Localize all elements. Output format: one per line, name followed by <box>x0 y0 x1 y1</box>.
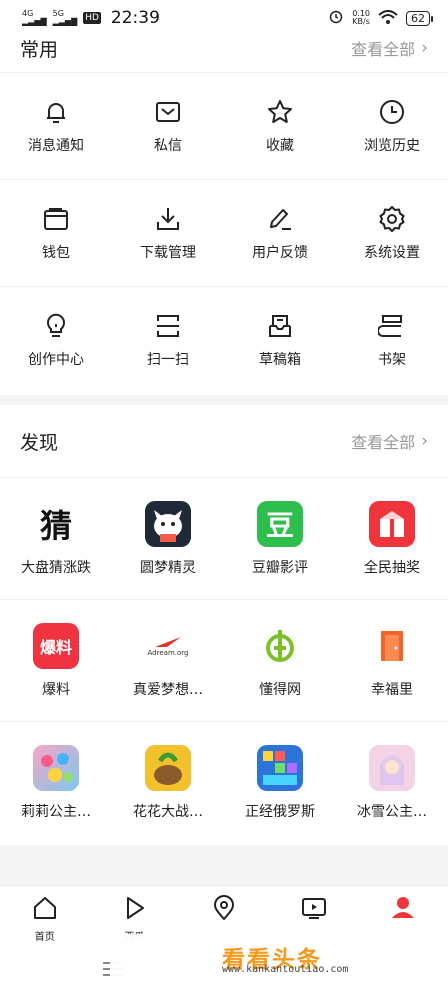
common-item-scan[interactable]: 扫一扫 <box>112 286 224 393</box>
discover-item-lottery[interactable]: 全民抽奖 <box>336 477 448 599</box>
gear-icon <box>378 205 406 233</box>
common-item-label: 下载管理 <box>140 244 196 261</box>
common-item-downloads[interactable]: 下载管理 <box>112 179 224 286</box>
hd-badge: HD <box>83 12 101 24</box>
common-item-label: 系统设置 <box>364 244 420 261</box>
discover-item-label: 冰雪公主… <box>357 803 427 820</box>
discover-item-dapan[interactable]: 猜 大盘猜涨跌 <box>0 477 112 599</box>
wifi-icon <box>378 9 398 28</box>
common-item-label: 扫一扫 <box>147 351 189 368</box>
profile-icon <box>389 894 417 926</box>
discover-item-yuanmeng[interactable]: 圆梦精灵 <box>112 477 224 599</box>
common-item-label: 私信 <box>154 137 182 154</box>
common-item-feedback[interactable]: 用户反馈 <box>224 179 336 286</box>
discover-item-label: 豆瓣影评 <box>252 559 308 576</box>
common-section: 常用 查看全部 › 消息通知 私信 收藏 浏览历史 钱包 下载管理 用户反馈 系… <box>0 28 448 395</box>
discover-item-label: 莉莉公主… <box>21 803 91 820</box>
bookshelf-icon <box>378 312 406 340</box>
baoliao-app-icon: 爆料 <box>33 622 79 669</box>
discover-item-lili[interactable]: 莉莉公主… <box>0 721 112 843</box>
signal-4g: 4G ▂▃▅▇ <box>22 9 47 26</box>
common-view-all[interactable]: 查看全部 › <box>351 36 428 60</box>
discover-item-label: 正经俄罗斯 <box>245 803 315 820</box>
discover-item-douban[interactable]: 豆 豆瓣影评 <box>224 477 336 599</box>
common-item-messages[interactable]: 私信 <box>112 72 224 179</box>
alarm-icon <box>328 8 344 28</box>
discover-item-xingfuli[interactable]: 幸福里 <box>336 599 448 721</box>
common-title: 常用 <box>20 38 59 61</box>
chevron-right-icon: › <box>421 431 428 451</box>
discover-item-label: 大盘猜涨跌 <box>21 559 91 576</box>
common-item-label: 收藏 <box>266 137 294 154</box>
clock-time: 22:39 <box>110 8 160 28</box>
door-app-icon <box>369 622 415 669</box>
common-item-label: 消息通知 <box>28 137 84 154</box>
common-item-notifications[interactable]: 消息通知 <box>0 72 112 179</box>
discover-item-label: 圆梦精灵 <box>140 559 196 576</box>
common-item-favorites[interactable]: 收藏 <box>224 72 336 179</box>
discover-view-all[interactable]: 查看全部 › <box>351 429 428 453</box>
common-item-label: 钱包 <box>42 244 70 261</box>
network-speed: 0.10 KB/s <box>352 9 370 26</box>
common-item-settings[interactable]: 系统设置 <box>336 179 448 286</box>
signal-5g: 5G ▂▃▅▇ <box>52 9 78 26</box>
discover-item-label: 爆料 <box>42 681 70 698</box>
play-icon <box>120 894 148 926</box>
discover-item-adream[interactable]: Adream.org 真爱梦想… <box>112 599 224 721</box>
home-icon <box>31 894 59 926</box>
common-item-label: 创作中心 <box>28 351 84 368</box>
gift-app-icon <box>369 500 415 547</box>
bulb-icon <box>42 312 70 340</box>
watermark-url: www.kankantoutiao.com <box>222 964 349 975</box>
discover-item-huahua[interactable]: 花花大战… <box>112 721 224 843</box>
flower-game-icon <box>145 744 191 791</box>
wallet-icon <box>42 205 70 233</box>
discover-title: 发现 <box>20 431 59 454</box>
discover-item-bingxue[interactable]: 冰雪公主… <box>336 721 448 843</box>
discover-item-label: 幸福里 <box>371 681 413 698</box>
douban-app-icon: 豆 <box>257 500 303 547</box>
star-icon <box>266 98 294 126</box>
discover-section: 发现 查看全部 › 猜 大盘猜涨跌 圆梦精灵 豆 豆瓣影评 全民抽奖 爆料 爆料… <box>0 405 448 845</box>
discover-item-dongde[interactable]: 懂得网 <box>224 599 336 721</box>
bell-icon <box>42 98 70 126</box>
download-icon <box>154 205 182 233</box>
common-item-wallet[interactable]: 钱包 <box>0 179 112 286</box>
sprite-app-icon <box>145 500 191 547</box>
common-item-label: 用户反馈 <box>252 244 308 261</box>
discover-item-tetris[interactable]: 正经俄罗斯 <box>224 721 336 843</box>
chevron-right-icon: › <box>421 38 428 58</box>
common-item-label: 书架 <box>378 351 406 368</box>
draft-icon <box>266 312 294 340</box>
clock-icon <box>378 98 406 126</box>
snow-princess-icon <box>369 744 415 791</box>
view-all-label: 查看全部 <box>351 40 416 59</box>
view-all-label: 查看全部 <box>351 433 416 452</box>
discover-item-baoliao[interactable]: 爆料 爆料 <box>0 599 112 721</box>
tab-label: 首页 <box>34 932 55 943</box>
princess-game-icon <box>33 744 79 791</box>
adream-app-icon: Adream.org <box>145 622 191 669</box>
guess-app-icon: 猜 <box>33 500 79 547</box>
common-item-label: 草稿箱 <box>259 351 301 368</box>
mail-icon <box>154 98 182 126</box>
tab-home[interactable]: 首页 <box>0 886 90 946</box>
common-item-history[interactable]: 浏览历史 <box>336 72 448 179</box>
discover-item-label: 懂得网 <box>259 681 301 698</box>
dongde-app-icon <box>257 622 303 669</box>
edit-icon <box>266 205 294 233</box>
common-item-creator-center[interactable]: 创作中心 <box>0 286 112 393</box>
discover-item-label: 花花大战… <box>133 803 203 820</box>
discover-item-label: 真爱梦想… <box>133 681 203 698</box>
discover-item-label: 全民抽奖 <box>364 559 420 576</box>
battery-indicator: 62 <box>406 10 433 26</box>
common-item-label: 浏览历史 <box>364 137 420 154</box>
tetris-game-icon <box>257 744 303 791</box>
common-item-bookshelf[interactable]: 书架 <box>336 286 448 393</box>
scan-icon <box>154 312 182 340</box>
common-item-drafts[interactable]: 草稿箱 <box>224 286 336 393</box>
tv-icon <box>300 894 328 926</box>
location-icon <box>210 894 238 926</box>
